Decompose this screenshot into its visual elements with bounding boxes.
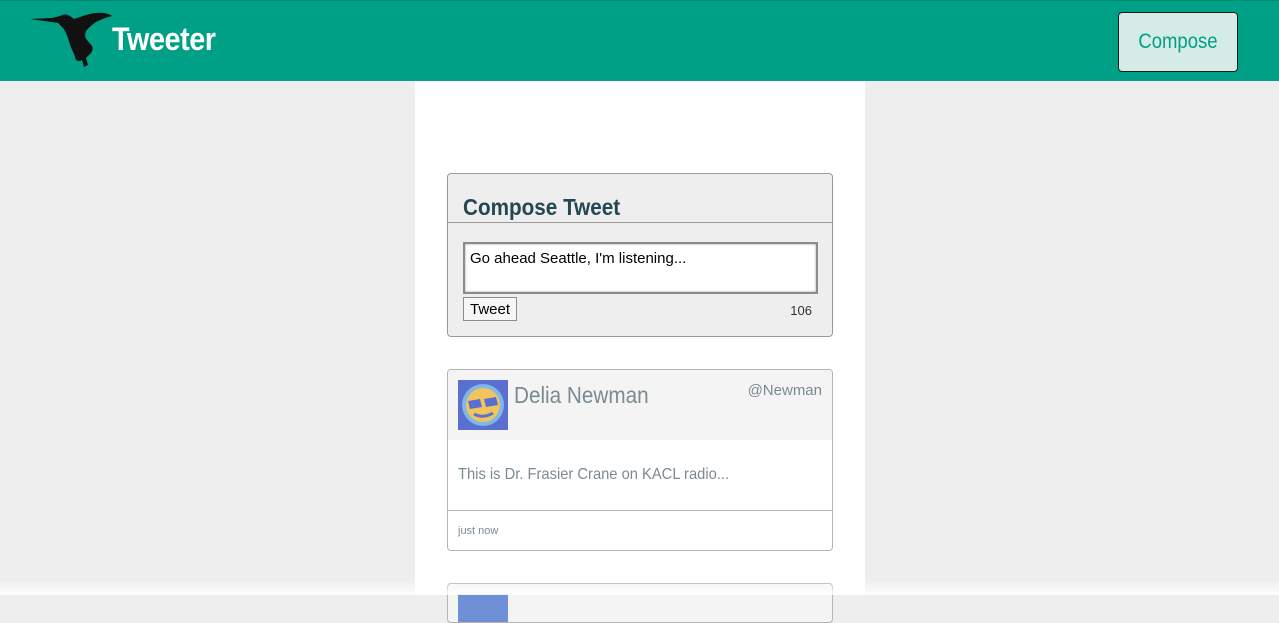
divider [448,510,832,511]
brand-title[interactable]: Tweeter [112,21,216,58]
tweet-card: Delia Newman @Newman This is Dr. Frasier… [447,369,833,551]
author-handle: @Newman [747,382,822,399]
compose-button-label: Compose [1138,30,1218,53]
main-container: Compose Tweet Go ahead Seattle, I'm list… [415,81,865,623]
smiley-avatar-icon [458,380,508,430]
tweet-button[interactable]: Tweet [463,297,517,321]
author-name: Delia Newman [514,382,649,408]
compose-button[interactable]: Compose [1118,12,1238,72]
compose-tweet-title: Compose Tweet [463,194,621,220]
tweet-header: Delia Newman @Newman [448,370,832,440]
tweet-textarea[interactable]: Go ahead Seattle, I'm listening... [463,242,818,294]
tweet-timestamp: just now [458,525,499,537]
compose-tweet-panel: Compose Tweet Go ahead Seattle, I'm list… [447,173,833,337]
divider [448,222,832,223]
avatar [458,594,508,622]
hummingbird-icon[interactable] [30,10,114,70]
character-counter: 106 [790,303,812,318]
tweet-body: This is Dr. Frasier Crane on KACL radio.… [458,466,730,483]
bottom-fade [0,580,1279,595]
navbar: Tweeter Compose [0,0,1279,81]
